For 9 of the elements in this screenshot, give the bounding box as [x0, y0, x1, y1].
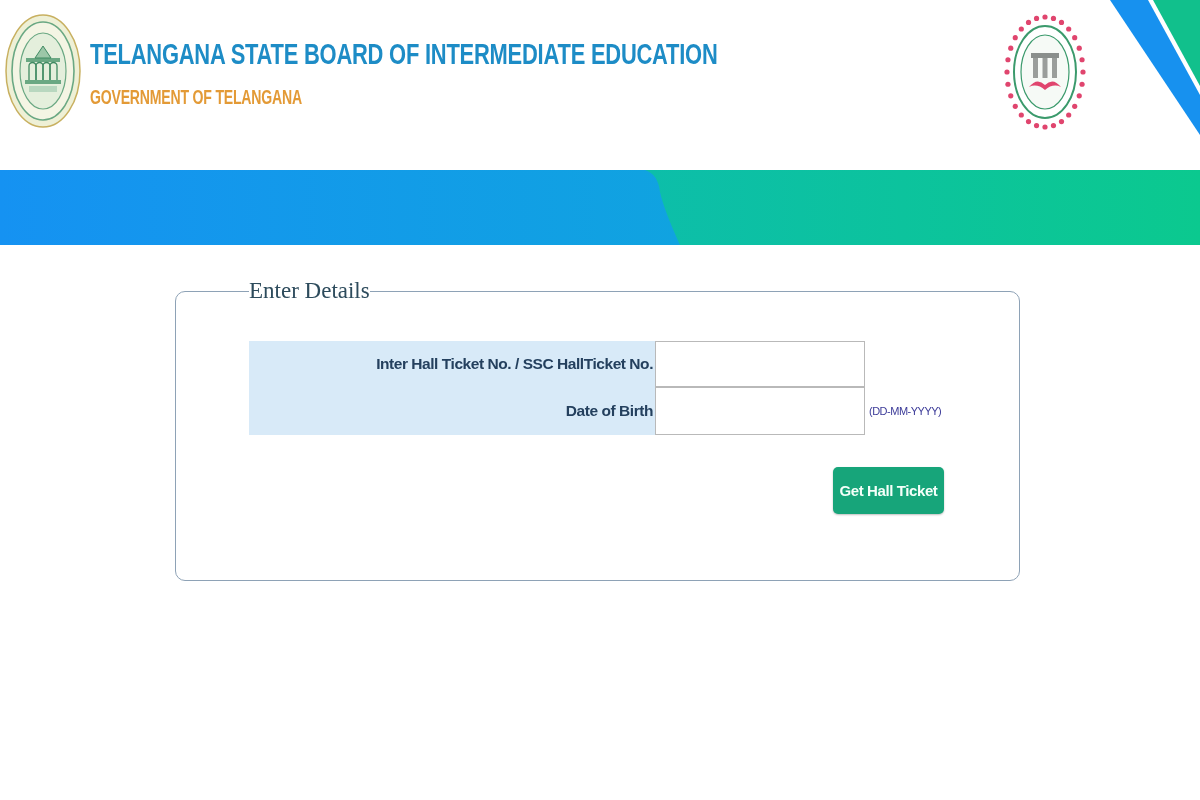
board-title: TELANGANA STATE BOARD OF INTERMEDIATE EDUCATION: [90, 38, 718, 70]
field-label: Date of Birth: [249, 387, 655, 435]
government-subtitle: GOVERNMENT OF TELANGANA: [90, 85, 302, 109]
format-hint: (DD-MM-YYYY): [868, 405, 942, 417]
field-label: Inter Hall Ticket No. / SSC HallTicket No.: [249, 341, 655, 387]
input-field[interactable]: [655, 387, 865, 435]
get-hall-ticket-button[interactable]: Get Hall Ticket: [833, 467, 944, 514]
input-field[interactable]: [655, 341, 865, 387]
panel-legend: Enter Details: [249, 277, 370, 305]
